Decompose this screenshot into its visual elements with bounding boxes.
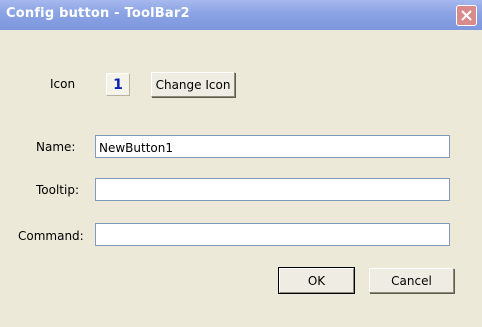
icon-preview: 1 bbox=[106, 73, 130, 96]
command-input[interactable] bbox=[95, 223, 450, 246]
window-title: Config button - ToolBar2 bbox=[6, 6, 190, 21]
close-button[interactable] bbox=[456, 5, 477, 26]
command-label: Command: bbox=[18, 229, 84, 243]
title-bar[interactable]: Config button - ToolBar2 bbox=[0, 0, 482, 30]
ok-button[interactable]: OK bbox=[278, 267, 355, 294]
config-button-dialog: Config button - ToolBar2 Icon 1 Change I… bbox=[0, 0, 482, 327]
name-input[interactable] bbox=[95, 135, 450, 158]
tooltip-input[interactable] bbox=[95, 178, 450, 201]
name-label: Name: bbox=[36, 140, 76, 154]
icon-label: Icon bbox=[50, 77, 76, 91]
cancel-button[interactable]: Cancel bbox=[369, 268, 454, 293]
tooltip-label: Tooltip: bbox=[36, 183, 80, 197]
change-icon-button[interactable]: Change Icon bbox=[151, 72, 235, 97]
close-icon bbox=[461, 10, 472, 21]
